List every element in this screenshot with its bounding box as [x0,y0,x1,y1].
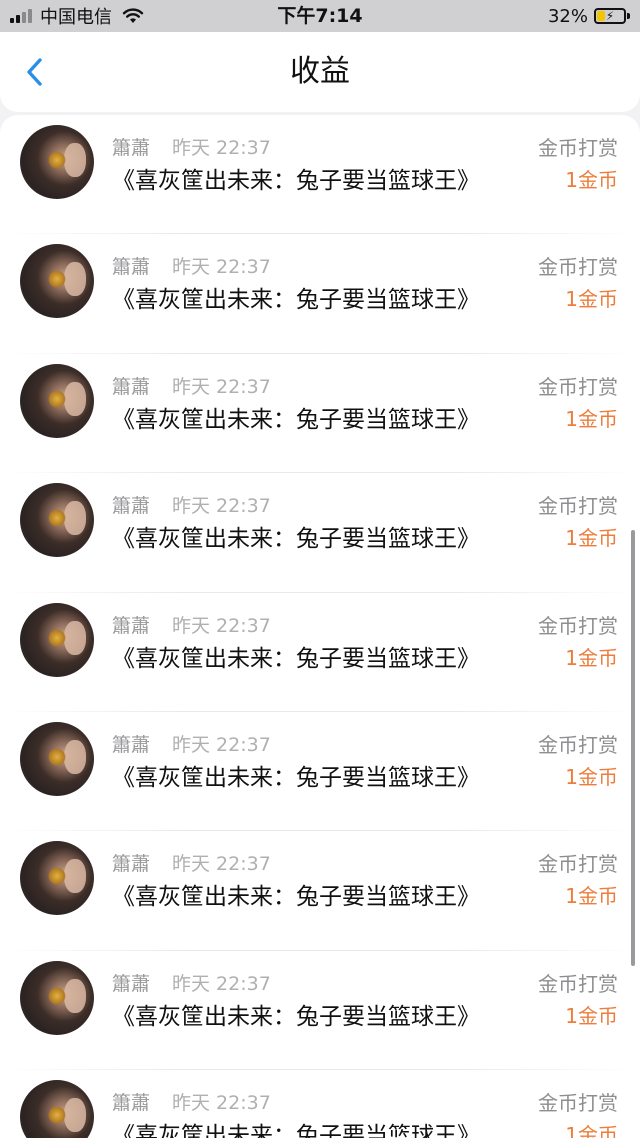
status-right: 32% ⚡ [548,0,630,32]
list-item[interactable]: 簫蕭 昨天 22:37 《喜灰筐出未来：兔子要当篮球王》 金币打赏 1金币 [0,1070,640,1138]
reward-type: 金币打赏 [538,1091,618,1116]
reward-amount: 1金币 [565,406,618,431]
reward-amount: 1金币 [565,1123,618,1138]
avatar[interactable] [20,1080,94,1138]
avatar[interactable] [20,960,94,1035]
reward-type: 金币打赏 [538,613,618,638]
avatar-face [64,262,86,297]
book-title: 《喜灰筐出未来：兔子要当篮球王》 [112,406,480,433]
username: 簫蕭 [112,1092,151,1115]
list-item[interactable]: 簫蕭 昨天 22:37 《喜灰筐出未来：兔子要当篮球王》 金币打赏 1金币 [0,473,640,593]
list-item[interactable]: 簫蕭 昨天 22:37 《喜灰筐出未来：兔子要当篮球王》 金币打赏 1金币 [0,951,640,1071]
avatar-face [64,739,86,774]
reward-type: 金币打赏 [538,255,618,280]
book-title: 《喜灰筐出未来：兔子要当篮球王》 [112,287,480,314]
avatar[interactable] [20,244,94,319]
username: 簫蕭 [112,375,151,398]
username: 簫蕭 [112,256,151,279]
avatar[interactable] [20,363,94,438]
timestamp: 昨天 22:37 [172,853,271,876]
battery-icon: ⚡ [594,8,626,24]
avatar-face [64,859,86,894]
reward-type: 金币打赏 [538,374,618,399]
navigation-bar: 收益 [0,32,640,112]
avatar-flower [48,628,66,647]
list-item[interactable]: 簫蕭 昨天 22:37 《喜灰筐出未来：兔子要当篮球王》 金币打赏 1金币 [0,234,640,354]
reward-amount: 1金币 [565,168,618,192]
battery-percent: 32% [547,5,588,27]
avatar-flower [48,509,66,528]
timestamp: 昨天 22:37 [172,733,271,756]
avatar-face [64,381,86,416]
reward-amount: 1金币 [565,884,618,909]
list-item[interactable]: 簫蕭 昨天 22:37 《喜灰筐出未来：兔子要当篮球王》 金币打赏 1金币 [0,115,640,235]
avatar-flower [48,1106,66,1125]
book-title: 《喜灰筐出未来：兔子要当篮球王》 [112,526,480,553]
avatar[interactable] [20,841,94,916]
book-title: 《喜灰筐出未来：兔子要当篮球王》 [112,1003,480,1030]
timestamp: 昨天 22:37 [172,495,271,518]
timestamp: 昨天 22:37 [172,614,271,637]
book-title: 《喜灰筐出未来：兔子要当篮球王》 [112,168,480,194]
clock: 下午7:14 [277,5,363,27]
list-item[interactable]: 簫蕭 昨天 22:37 《喜灰筐出未来：兔子要当篮球王》 金币打赏 1金币 [0,593,640,712]
avatar[interactable] [20,602,94,677]
page-title: 收益 [290,54,350,89]
avatar-flower [48,270,66,289]
reward-amount: 1金币 [565,764,618,789]
timestamp: 昨天 22:37 [172,137,271,159]
timestamp: 昨天 22:37 [172,256,271,279]
avatar-face [64,501,86,536]
reward-type: 金币打赏 [538,494,618,519]
status-bar: 中国电信 下午7:14 32% ⚡ [0,0,640,32]
charging-bolt-icon: ⚡ [605,9,615,23]
book-title: 《喜灰筐出未来：兔子要当篮球王》 [112,884,480,911]
list-item[interactable]: 簫蕭 昨天 22:37 《喜灰筐出未来：兔子要当篮球王》 金币打赏 1金币 [0,712,640,832]
username: 簫蕭 [112,733,151,756]
reward-amount: 1金币 [565,287,618,312]
reward-type: 金币打赏 [538,136,618,160]
username: 簫蕭 [112,972,151,995]
avatar-flower [48,867,66,886]
list-item[interactable]: 簫蕭 昨天 22:37 《喜灰筐出未来：兔子要当篮球王》 金币打赏 1金币 [0,831,640,951]
avatar-face [64,620,86,655]
avatar[interactable] [20,483,94,558]
avatar-face [64,1098,86,1133]
username: 簫蕭 [112,137,151,159]
avatar[interactable] [20,125,94,199]
reward-amount: 1金币 [565,1003,618,1028]
reward-amount: 1金币 [565,645,618,670]
avatar-flower [48,986,66,1005]
scrollbar[interactable] [631,530,635,966]
list-item[interactable]: 簫蕭 昨天 22:37 《喜灰筐出未来：兔子要当篮球王》 金币打赏 1金币 [0,354,640,474]
timestamp: 昨天 22:37 [172,972,271,995]
avatar-face [64,143,86,177]
timestamp: 昨天 22:37 [172,1092,271,1115]
timestamp: 昨天 22:37 [172,375,271,398]
battery-cap [627,13,630,19]
username: 簫蕭 [112,853,151,876]
reward-amount: 1金币 [565,526,618,551]
book-title: 《喜灰筐出未来：兔子要当篮球王》 [112,1123,480,1138]
avatar[interactable] [20,721,94,796]
username: 簫蕭 [112,495,151,518]
book-title: 《喜灰筐出未来：兔子要当篮球王》 [112,645,480,672]
reward-type: 金币打赏 [538,852,618,877]
reward-type: 金币打赏 [538,732,618,757]
avatar-flower [48,389,66,408]
avatar-face [64,978,86,1013]
username: 簫蕭 [112,614,151,637]
reward-type: 金币打赏 [538,971,618,996]
avatar-flower [48,151,66,169]
book-title: 《喜灰筐出未来：兔子要当篮球王》 [112,764,480,791]
avatar-flower [48,747,66,766]
battery-level [597,11,605,21]
earnings-list[interactable]: 簫蕭 昨天 22:37 《喜灰筐出未来：兔子要当篮球王》 金币打赏 1金币 簫蕭… [0,115,640,1138]
